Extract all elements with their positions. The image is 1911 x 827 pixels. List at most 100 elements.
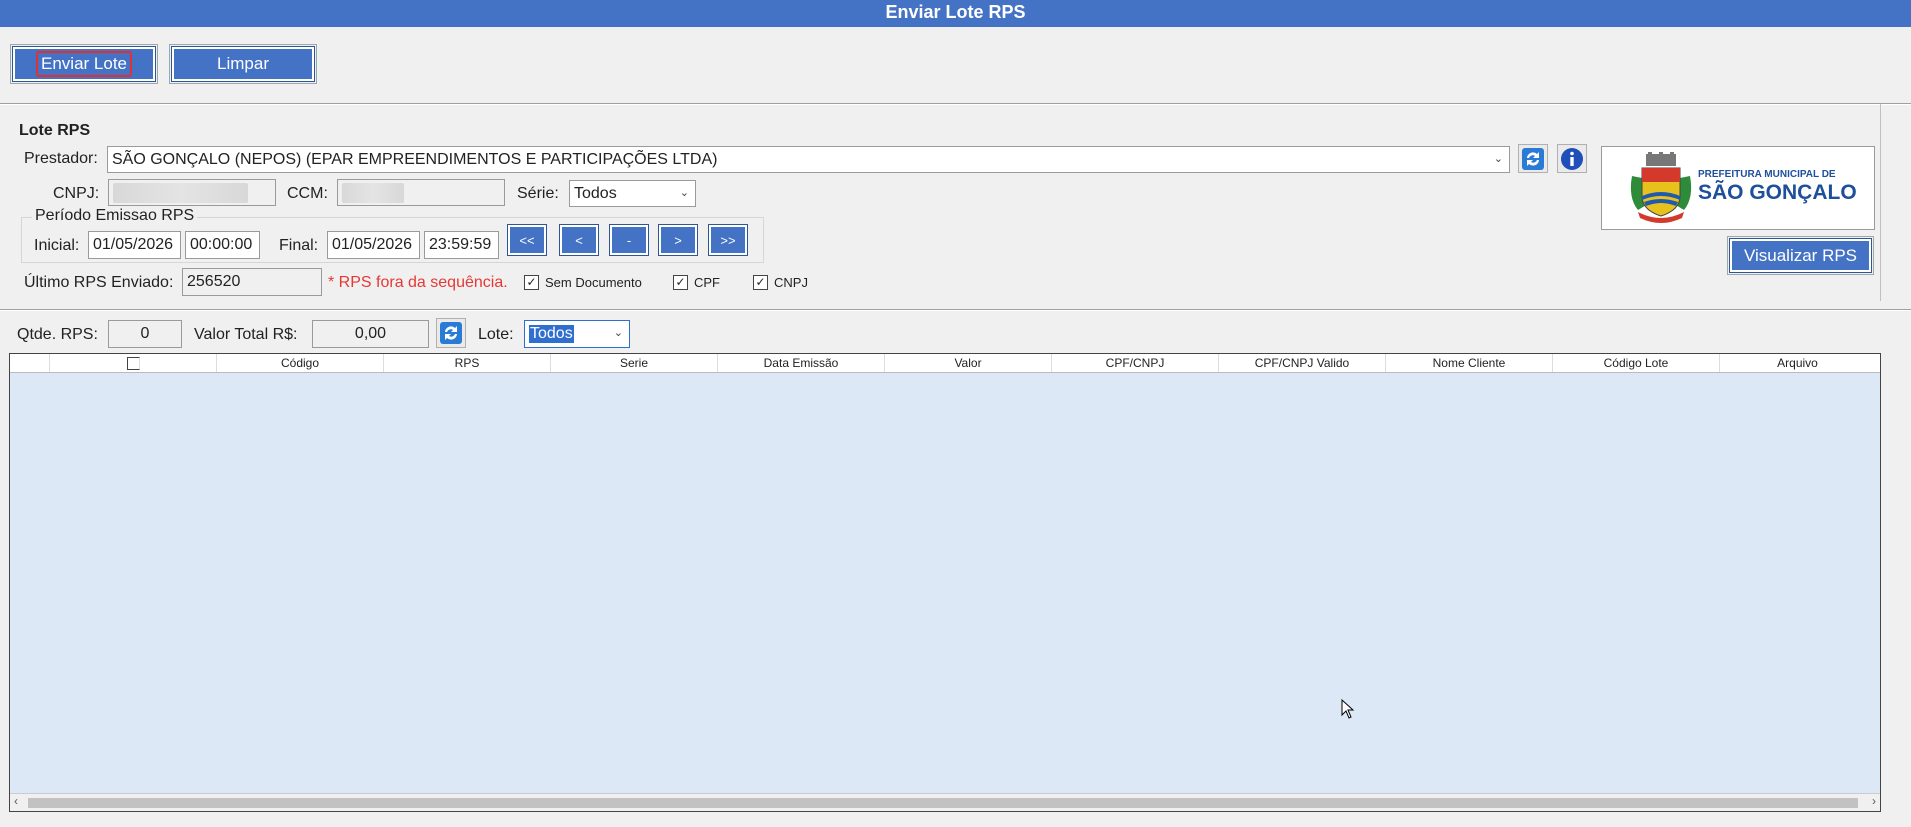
visualizar-rps-button[interactable]: Visualizar RPS <box>1727 236 1874 275</box>
select-all-col <box>50 354 217 372</box>
cnpj-check-label: CNPJ <box>774 275 808 290</box>
ultimo-rps-field: 256520 <box>182 268 322 296</box>
prestador-value: SÃO GONÇALO (NEPOS) (EPAR EMPREENDIMENTO… <box>112 150 718 168</box>
ccm-field <box>337 179 505 206</box>
scroll-right-icon[interactable]: › <box>1872 794 1876 808</box>
group-separator <box>0 309 1911 311</box>
ccm-label: CCM: <box>287 185 328 202</box>
scroll-left-icon[interactable]: ‹ <box>14 794 18 808</box>
nav-current-label: - <box>626 232 632 248</box>
scrollbar-thumb[interactable] <box>28 798 1858 808</box>
nav-first-button[interactable]: << <box>507 224 547 256</box>
check-icon: ✓ <box>524 275 539 290</box>
nav-next-button[interactable]: > <box>658 224 698 256</box>
clear-label: Limpar <box>217 54 269 73</box>
ultimo-rps-value: 256520 <box>187 273 241 290</box>
col-nome-cliente[interactable]: Nome Cliente <box>1386 354 1553 372</box>
final-label: Final: <box>279 237 319 254</box>
qtde-rps-value: 0 <box>140 325 150 342</box>
qtde-rps-field: 0 <box>108 320 182 348</box>
visualizar-rps-label: Visualizar RPS <box>1743 245 1858 265</box>
sem-documento-checkbox[interactable]: ✓ Sem Documento <box>524 275 642 290</box>
logo-line-1: PREFEITURA MUNICIPAL DE <box>1698 169 1836 180</box>
nav-last-label: >> <box>720 232 736 248</box>
toolbar-separator <box>0 103 1911 105</box>
chevron-down-icon: ⌄ <box>679 186 689 199</box>
window-title-bar: Enviar Lote RPS <box>0 0 1911 27</box>
refresh-prestador-button[interactable] <box>1518 144 1548 173</box>
nav-next-label: > <box>674 232 682 248</box>
nav-prev-label: < <box>575 232 583 248</box>
check-icon: ✓ <box>673 275 688 290</box>
col-data-emissao[interactable]: Data Emissão <box>718 354 885 372</box>
sequence-warning: * RPS fora da sequência. <box>328 274 508 291</box>
refresh-summary-button[interactable] <box>436 318 466 348</box>
window-title: Enviar Lote RPS <box>885 2 1026 22</box>
send-lot-button[interactable]: Enviar Lote <box>10 44 158 84</box>
cpf-checkbox[interactable]: ✓ CPF <box>673 275 720 290</box>
cnpj-redacted <box>113 182 248 203</box>
send-lot-label: Enviar Lote <box>36 51 132 77</box>
col-valor[interactable]: Valor <box>885 354 1052 372</box>
col-serie[interactable]: Serie <box>551 354 718 372</box>
refresh-icon <box>440 322 462 344</box>
serie-value: Todos <box>574 184 617 202</box>
inicial-time-value: 00:00:00 <box>190 236 253 253</box>
rps-table[interactable]: Código RPS Serie Data Emissão Valor CPF/… <box>9 353 1881 812</box>
col-codigo[interactable]: Código <box>217 354 384 372</box>
table-header: Código RPS Serie Data Emissão Valor CPF/… <box>10 354 1880 373</box>
cnpj-field <box>108 179 276 206</box>
prefeitura-logo: PREFEITURA MUNICIPAL DE SÃO GONÇALO <box>1601 146 1875 230</box>
ccm-redacted <box>342 182 404 203</box>
final-date-value: 01/05/2026 <box>332 236 413 253</box>
cnpj-checkbox[interactable]: ✓ CNPJ <box>753 275 808 290</box>
coat-of-arms-icon <box>1630 152 1692 223</box>
lote-filter-select[interactable]: Todos ⌄ <box>524 320 630 348</box>
lote-filter-value: Todos <box>529 325 574 343</box>
logo-line-2: SÃO GONÇALO <box>1698 181 1857 204</box>
info-button[interactable] <box>1557 144 1587 173</box>
valor-total-value: 0,00 <box>354 325 387 342</box>
ultimo-rps-label: Último RPS Enviado: <box>24 274 174 291</box>
periodo-title: Período Emissao RPS <box>32 207 198 225</box>
col-cpf-cnpj-valido[interactable]: CPF/CNPJ Valido <box>1219 354 1386 372</box>
horizontal-scrollbar[interactable]: ‹ › <box>10 793 1880 811</box>
nav-current-button[interactable]: - <box>609 224 649 256</box>
final-date-input[interactable]: 01/05/2026 <box>327 231 420 259</box>
lote-filter-label: Lote: <box>478 326 514 343</box>
serie-select[interactable]: Todos ⌄ <box>569 180 696 207</box>
inicial-date-value: 01/05/2026 <box>93 236 174 253</box>
inicial-label: Inicial: <box>34 237 80 254</box>
qtde-rps-label: Qtde. RPS: <box>17 326 98 343</box>
refresh-icon <box>1522 147 1544 170</box>
nav-last-button[interactable]: >> <box>708 224 748 256</box>
chevron-down-icon: ⌄ <box>1493 152 1503 165</box>
chevron-down-icon: ⌄ <box>613 327 623 340</box>
final-time-input[interactable]: 23:59:59 <box>424 231 499 259</box>
valor-total-label: Valor Total R$: <box>194 326 298 343</box>
col-arquivo[interactable]: Arquivo <box>1720 354 1875 372</box>
select-all-checkbox[interactable] <box>126 356 140 370</box>
sem-documento-label: Sem Documento <box>545 275 642 290</box>
row-header-col <box>10 354 50 372</box>
serie-label: Série: <box>517 185 559 202</box>
final-time-value: 23:59:59 <box>429 236 492 253</box>
col-cpf-cnpj[interactable]: CPF/CNPJ <box>1052 354 1219 372</box>
prestador-label: Prestador: <box>24 150 98 167</box>
valor-total-field: 0,00 <box>312 320 429 348</box>
cpf-label: CPF <box>694 275 720 290</box>
lote-section-title: Lote RPS <box>19 122 91 139</box>
mouse-cursor-icon <box>1341 699 1355 719</box>
prestador-select[interactable]: SÃO GONÇALO (NEPOS) (EPAR EMPREENDIMENTO… <box>107 146 1510 173</box>
nav-prev-button[interactable]: < <box>559 224 599 256</box>
col-rps[interactable]: RPS <box>384 354 551 372</box>
inicial-date-input[interactable]: 01/05/2026 <box>88 231 181 259</box>
group-right-border <box>1880 104 1881 301</box>
cnpj-label: CNPJ: <box>53 185 100 202</box>
info-icon <box>1561 147 1583 170</box>
clear-button[interactable]: Limpar <box>169 44 317 84</box>
col-codigo-lote[interactable]: Código Lote <box>1553 354 1720 372</box>
nav-first-label: << <box>519 232 535 248</box>
inicial-time-input[interactable]: 00:00:00 <box>185 231 260 259</box>
check-icon: ✓ <box>753 275 768 290</box>
